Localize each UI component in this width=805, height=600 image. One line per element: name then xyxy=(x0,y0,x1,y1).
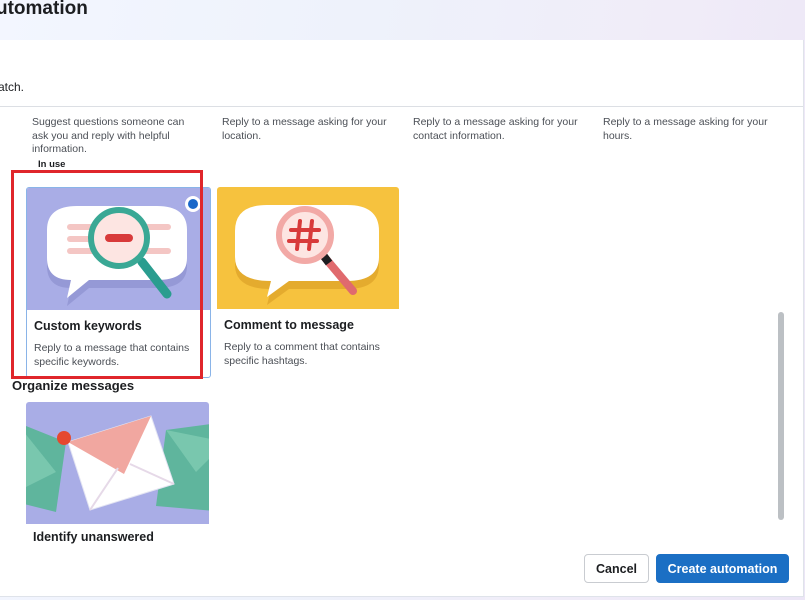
comment-to-message-desc: Reply to a comment that contains specifi… xyxy=(224,341,380,367)
comment-to-message-title: Comment to message xyxy=(224,318,354,332)
page-title: utomation xyxy=(0,0,88,19)
hours-card-desc[interactable]: Reply to a message asking for your hours… xyxy=(603,116,773,143)
custom-keywords-title: Custom keywords xyxy=(34,319,142,333)
section-title-organize: Organize messages xyxy=(12,378,135,393)
selected-radio[interactable] xyxy=(185,196,201,212)
panel-subtitle: atch. xyxy=(0,80,25,94)
faq-card-desc[interactable]: Suggest questions someone can ask you an… xyxy=(32,116,202,157)
contact-card-desc[interactable]: Reply to a message asking for your conta… xyxy=(413,116,583,143)
cancel-button[interactable]: Cancel xyxy=(584,554,649,583)
automation-panel: atch. Suggest questions someone can ask … xyxy=(0,40,804,597)
create-automation-button[interactable]: Create automation xyxy=(656,554,789,583)
location-card-desc[interactable]: Reply to a message asking for your locat… xyxy=(222,116,392,143)
divider xyxy=(0,106,803,107)
identify-unanswered-title: Identify unanswered xyxy=(33,530,154,544)
scrollbar-thumb[interactable] xyxy=(778,312,784,520)
in-use-label: In use xyxy=(38,159,66,170)
custom-keywords-card[interactable]: Custom keywords Reply to a message that … xyxy=(26,187,211,378)
custom-keywords-desc: Reply to a message that contains specifi… xyxy=(34,342,190,368)
envelope-illustration xyxy=(26,402,209,524)
identify-unanswered-card[interactable]: Identify unanswered xyxy=(26,402,209,552)
comment-to-message-card[interactable]: Comment to message Reply to a comment th… xyxy=(217,187,399,376)
hashtag-illustration xyxy=(217,187,399,309)
keywords-illustration xyxy=(27,188,210,310)
